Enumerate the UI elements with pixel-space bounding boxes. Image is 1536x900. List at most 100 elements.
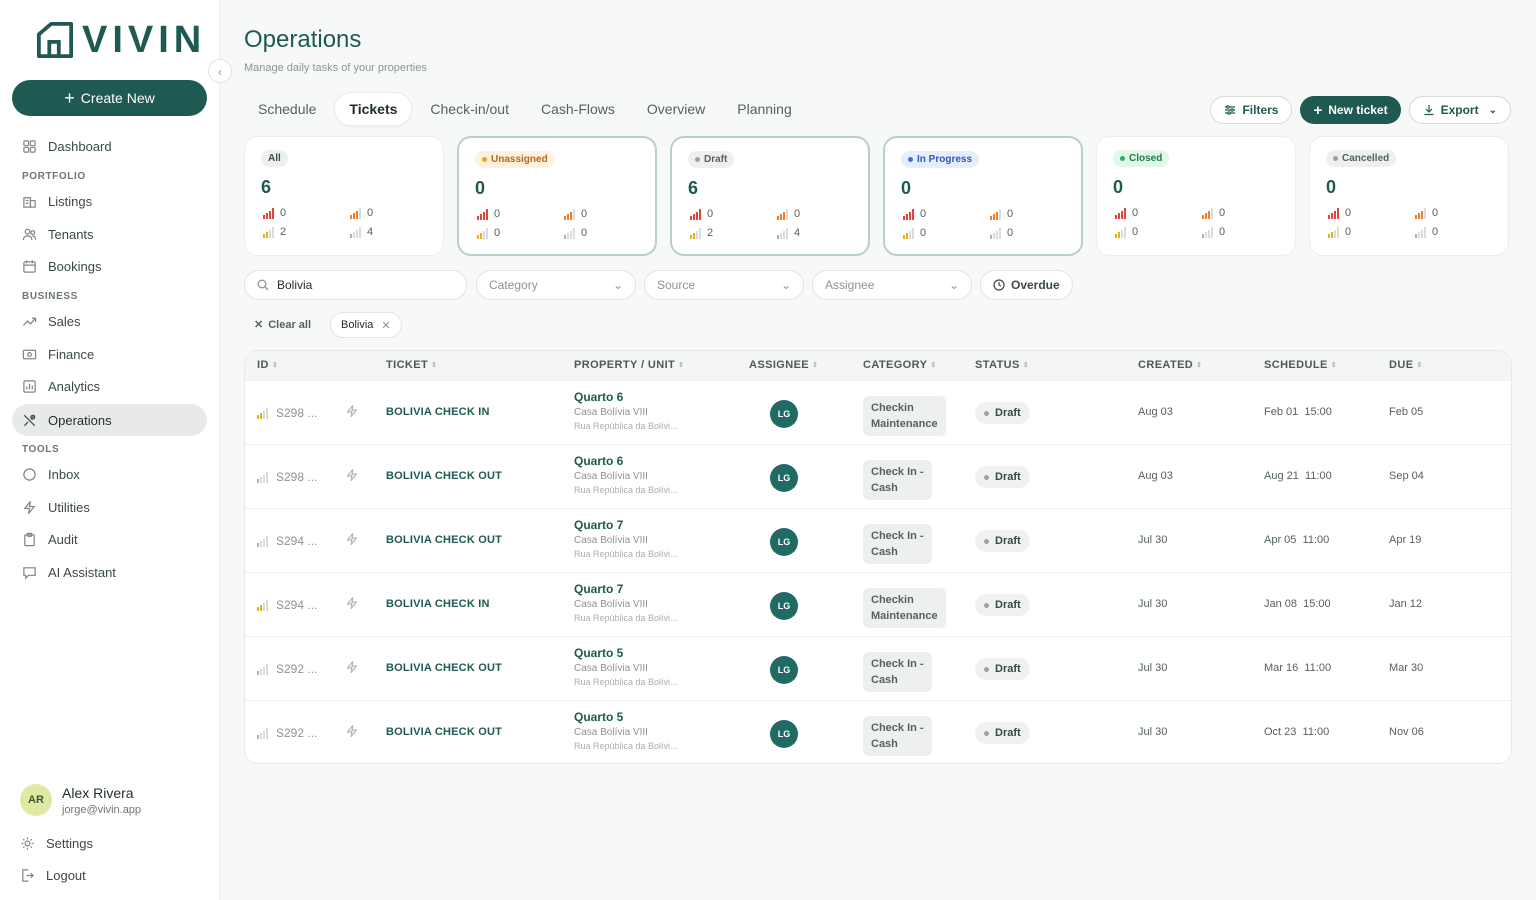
ticket-title[interactable]: BOLIVIA CHECK OUT: [386, 534, 502, 546]
sidebar-item-bookings[interactable]: Bookings: [12, 250, 207, 282]
assignee-avatar[interactable]: LG: [770, 528, 798, 556]
column-header-property[interactable]: PROPERTY / UNIT ⇕: [574, 359, 684, 371]
source-select[interactable]: Source ⌄: [644, 270, 804, 300]
assignee-avatar[interactable]: LG: [770, 720, 798, 748]
status-card-draft[interactable]: Draft 6 0 0 2 4: [670, 136, 870, 256]
sidebar-item-label: Analytics: [48, 378, 101, 394]
schedule-datetime: Aug 21 11:00: [1264, 470, 1332, 482]
table-row[interactable]: S294 ... BOLIVIA CHECK IN Quarto 7 Casa …: [245, 572, 1511, 636]
category-line: Checkin: [871, 402, 914, 414]
unit-name[interactable]: Quarto 5: [574, 710, 678, 724]
unit-name[interactable]: Quarto 6: [574, 390, 678, 404]
filters-button[interactable]: Filters: [1210, 96, 1293, 124]
sidebar-item-utilities[interactable]: Utilities: [12, 491, 207, 523]
table-row[interactable]: S292 ... BOLIVIA CHECK OUT Quarto 5 Casa…: [245, 636, 1511, 700]
sidebar-item-listings[interactable]: Listings: [12, 185, 207, 217]
sidebar-item-sales[interactable]: Sales: [12, 305, 207, 337]
column-label: CATEGORY: [863, 359, 928, 371]
unit-name[interactable]: Quarto 7: [574, 582, 678, 596]
search-input[interactable]: [277, 278, 447, 292]
low-count: 0: [564, 227, 587, 239]
table-row[interactable]: S294 ... BOLIVIA CHECK OUT Quarto 7 Casa…: [245, 508, 1511, 572]
column-header-ticket[interactable]: TICKET ⇕: [386, 359, 437, 371]
ticket-id: S294 ...: [257, 534, 317, 548]
ticket-title[interactable]: BOLIVIA CHECK OUT: [386, 662, 502, 674]
tab-overview[interactable]: Overview: [633, 92, 719, 126]
sliders-icon: [1225, 105, 1236, 115]
column-header-created[interactable]: CREATED ⇕: [1138, 359, 1202, 371]
assignee-avatar[interactable]: LG: [770, 592, 798, 620]
user-profile[interactable]: AR Alex Rivera jorge@vivin.app: [20, 784, 141, 816]
new-ticket-button[interactable]: + New ticket: [1300, 96, 1401, 124]
unit-name[interactable]: Quarto 5: [574, 646, 678, 660]
overdue-toggle[interactable]: Overdue: [980, 270, 1073, 300]
column-header-category[interactable]: CATEGORY ⇕: [863, 359, 937, 371]
sidebar-item-dashboard[interactable]: Dashboard: [12, 130, 207, 162]
collapse-sidebar-button[interactable]: ‹: [208, 59, 232, 83]
active-filter-chip[interactable]: Bolivia ✕: [330, 312, 402, 338]
ticket-title[interactable]: BOLIVIA CHECK OUT: [386, 726, 502, 738]
priority-urgent-icon: [1328, 207, 1339, 219]
ticket-title[interactable]: BOLIVIA CHECK IN: [386, 598, 490, 610]
status-card-all[interactable]: All 6 0 0 2 4: [244, 136, 444, 256]
status-badge: All: [261, 150, 288, 167]
tab-schedule[interactable]: Schedule: [244, 92, 330, 126]
status-card-unassigned[interactable]: Unassigned 0 0 0 0 0: [457, 136, 657, 256]
column-header-status[interactable]: STATUS ⇕: [975, 359, 1029, 371]
listing-name: Casa Bolívia VIII: [574, 471, 648, 482]
tab-cash-flows[interactable]: Cash-Flows: [527, 92, 629, 126]
vivin-logo[interactable]: VIVIN: [36, 20, 206, 60]
sidebar-item-inbox[interactable]: Inbox: [12, 458, 207, 490]
avatar: AR: [20, 784, 52, 816]
export-button[interactable]: Export ⌄: [1408, 96, 1511, 124]
sort-icon: ⇕: [1330, 362, 1337, 369]
sidebar-item-operations[interactable]: Operations: [12, 404, 207, 436]
created-date: Aug 03: [1138, 406, 1173, 418]
search-box[interactable]: [244, 270, 467, 300]
assignee-avatar[interactable]: LG: [770, 400, 798, 428]
unit-name[interactable]: Quarto 6: [574, 454, 678, 468]
table-row[interactable]: S292 ... BOLIVIA CHECK OUT Quarto 5 Casa…: [245, 700, 1511, 763]
chevron-down-icon: ⌄: [612, 278, 623, 292]
tab-check-in-out[interactable]: Check-in/out: [416, 92, 523, 126]
priority-high-icon: [564, 208, 575, 220]
column-header-due[interactable]: DUE ⇕: [1389, 359, 1423, 371]
status-badge: In Progress: [901, 151, 980, 168]
count-value: 0: [280, 207, 287, 219]
status-card-cancelled[interactable]: Cancelled 0 0 0 0 0: [1309, 136, 1509, 256]
id-text: S294 ...: [276, 534, 318, 548]
sidebar-item-finance[interactable]: Finance: [12, 338, 207, 370]
medium-count: 0: [1115, 226, 1138, 238]
close-icon[interactable]: ✕: [381, 319, 390, 332]
clear-all-button[interactable]: ✕ Clear all: [254, 318, 311, 332]
property-cell: Quarto 7 Casa Bolívia VIII Rua República…: [574, 518, 678, 559]
sidebar-item-ai-assistant[interactable]: AI Assistant: [12, 556, 207, 588]
close-icon: ✕: [254, 319, 264, 331]
settings-link[interactable]: Settings: [10, 827, 205, 859]
status-card-in-progress[interactable]: In Progress 0 0 0 0 0: [883, 136, 1083, 256]
column-header-id[interactable]: ID ⇕: [257, 359, 278, 371]
column-header-schedule[interactable]: SCHEDULE ⇕: [1264, 359, 1337, 371]
table-row[interactable]: S298 ... BOLIVIA CHECK IN Quarto 6 Casa …: [245, 380, 1511, 444]
sidebar-item-tenants[interactable]: Tenants: [12, 218, 207, 250]
tab-tickets[interactable]: Tickets: [334, 92, 413, 126]
tab-planning[interactable]: Planning: [723, 92, 806, 126]
sidebar: VIVIN + Create New Dashboard PORTFOLIO L…: [0, 0, 220, 900]
unit-name[interactable]: Quarto 7: [574, 518, 678, 532]
create-new-button[interactable]: + Create New: [12, 80, 207, 116]
bolt-icon: [346, 724, 358, 738]
priority-icon: [257, 599, 268, 611]
ticket-title[interactable]: BOLIVIA CHECK OUT: [386, 470, 502, 482]
category-select[interactable]: Category ⌄: [476, 270, 636, 300]
ticket-title[interactable]: BOLIVIA CHECK IN: [386, 406, 490, 418]
assignee-select[interactable]: Assignee ⌄: [812, 270, 972, 300]
assignee-avatar[interactable]: LG: [770, 656, 798, 684]
sidebar-item-audit[interactable]: Audit: [12, 523, 207, 555]
status-badge: Draft: [975, 658, 1030, 680]
table-row[interactable]: S298 ... BOLIVIA CHECK OUT Quarto 6 Casa…: [245, 444, 1511, 508]
column-header-assignee[interactable]: ASSIGNEE ⇕: [749, 359, 818, 371]
logout-link[interactable]: Logout: [10, 859, 205, 891]
status-card-closed[interactable]: Closed 0 0 0 0 0: [1096, 136, 1296, 256]
assignee-avatar[interactable]: LG: [770, 464, 798, 492]
sidebar-item-analytics[interactable]: Analytics: [12, 370, 207, 402]
